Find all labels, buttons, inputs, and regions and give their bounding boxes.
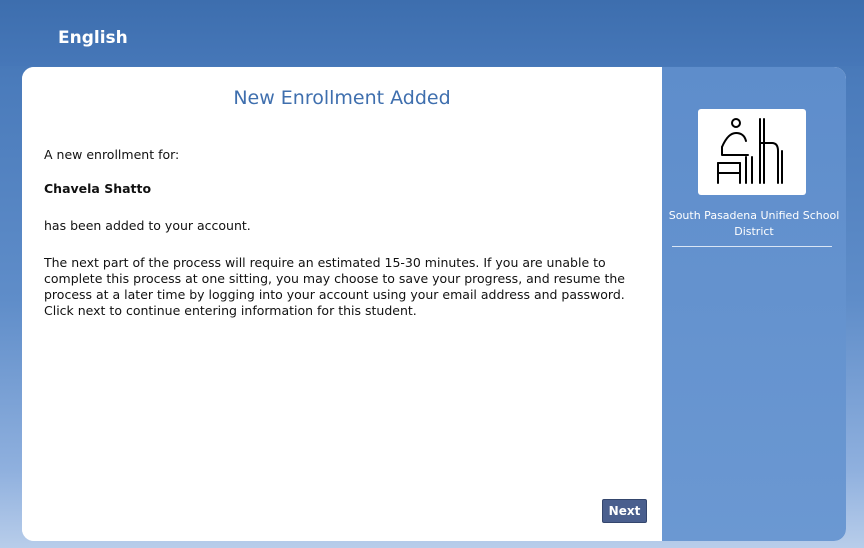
- district-logo: [698, 109, 806, 195]
- language-link[interactable]: English: [58, 28, 128, 48]
- added-text: has been added to your account.: [44, 218, 251, 233]
- intro-text: A new enrollment for:: [44, 147, 180, 162]
- sidebar: South Pasadena Unified School District: [662, 67, 846, 541]
- divider: [672, 246, 832, 247]
- main-panel: New Enrollment Added A new enrollment fo…: [22, 67, 846, 541]
- instructions-text: The next part of the process will requir…: [44, 255, 625, 318]
- student-at-desk-icon: [717, 118, 783, 184]
- top-bar: English: [0, 0, 864, 66]
- page-title: New Enrollment Added: [233, 87, 451, 109]
- content-area: New Enrollment Added A new enrollment fo…: [22, 67, 662, 541]
- next-button[interactable]: Next: [602, 499, 647, 523]
- district-name: South Pasadena Unified School District: [668, 209, 840, 238]
- student-name: Chavela Shatto: [44, 181, 152, 196]
